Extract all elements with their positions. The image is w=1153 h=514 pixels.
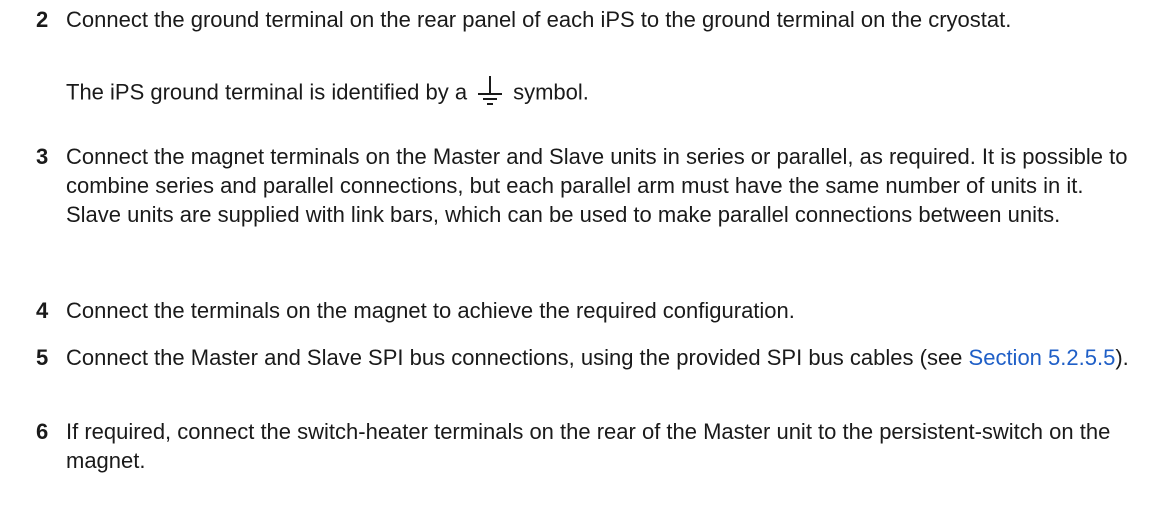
step-number: 6 (36, 419, 49, 444)
note-text-after: symbol. (513, 79, 589, 105)
step-number: 2 (36, 7, 49, 32)
section-link[interactable]: Section 5.2.5.5 (969, 345, 1116, 370)
step-text-after: ). (1115, 345, 1129, 370)
step-text: Connect the magnet terminals on the Mast… (66, 144, 1128, 227)
step-text: Connect the terminals on the magnet to a… (66, 298, 795, 323)
manual-page: 2 Connect the ground terminal on the rea… (0, 0, 1153, 514)
ground-symbol-icon (477, 75, 503, 112)
step-text: Connect the ground terminal on the rear … (66, 7, 1012, 32)
step-text: Connect the Master and Slave SPI bus con… (66, 343, 1136, 372)
step-text: If required, connect the switch-heater t… (66, 419, 1111, 473)
step-text-before: Connect the Master and Slave SPI bus con… (66, 345, 969, 370)
step-note: The iPS ground terminal is identified by… (66, 75, 589, 112)
note-text-before: The iPS ground terminal is identified by… (66, 79, 468, 105)
step-number: 5 (36, 345, 49, 370)
step-number: 3 (36, 144, 49, 169)
step-number: 4 (36, 298, 49, 323)
